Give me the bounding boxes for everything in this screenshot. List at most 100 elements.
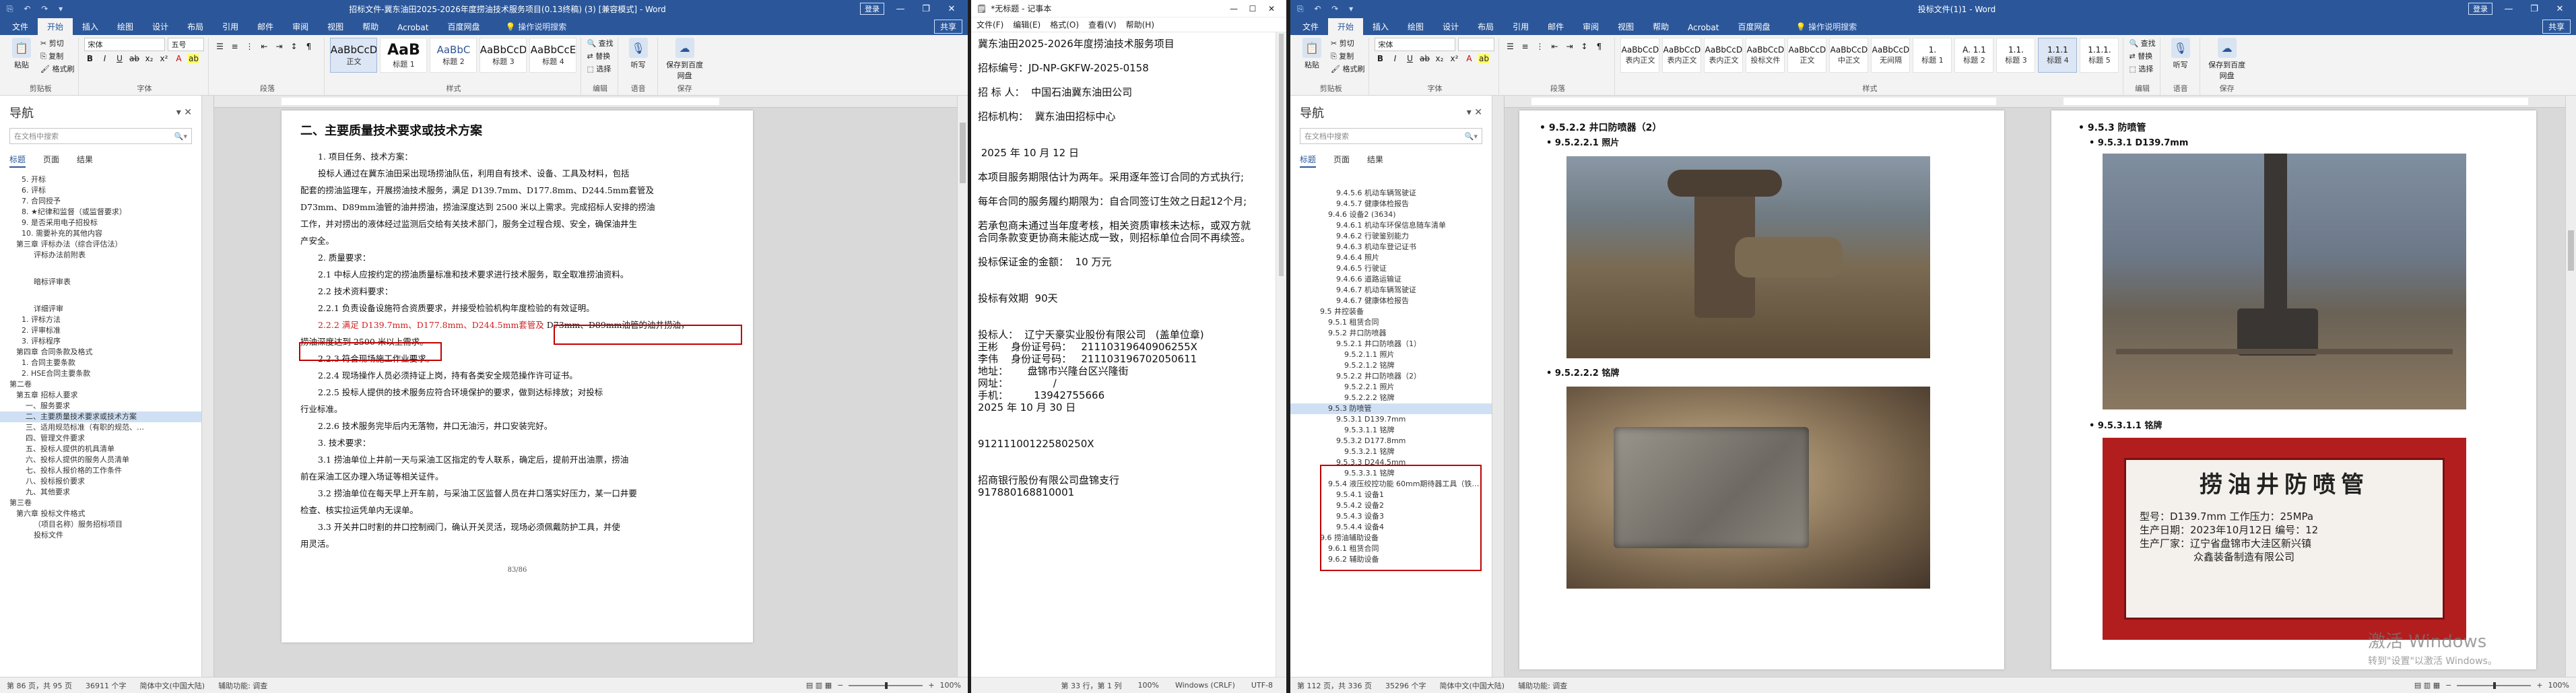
nav-heading-item[interactable]: 七、投标人报价格的工作条件 <box>0 465 201 476</box>
quick-access-toolbar[interactable]: ⎘ ↶ ↷ ▾ <box>7 4 155 14</box>
bold-icon[interactable]: B <box>1375 54 1385 63</box>
nav-heading-item[interactable]: 9.5.3.1.1 铭牌 <box>1290 425 1492 436</box>
close-icon[interactable]: ✕ <box>942 4 961 14</box>
language[interactable]: 简体中文(中国大陆) <box>139 680 205 691</box>
bullets-icon[interactable]: ☰ <box>1505 42 1515 51</box>
minimize-icon[interactable]: — <box>891 4 910 14</box>
show-marks-icon[interactable]: ¶ <box>303 42 314 51</box>
nav-search-input[interactable]: 在文档中搜索 🔍▾ <box>9 128 192 144</box>
nav-heading-item[interactable]: 2. HSE合同主要条款 <box>0 368 201 379</box>
nav-heading-item[interactable]: 第五章 招标人要求 <box>0 390 201 401</box>
nav-heading-item[interactable]: 9.4.5.7 健康体检报告 <box>1290 199 1492 209</box>
sort-icon[interactable]: ↕ <box>1579 42 1589 51</box>
zoom-level[interactable]: 100% <box>2548 681 2569 690</box>
cut-button[interactable]: ✂ 剪切 <box>1331 38 1364 48</box>
copy-button[interactable]: ⎘ 复制 <box>40 51 74 61</box>
nav-heading-item[interactable]: 9.5.3 防喷管 <box>1290 403 1492 414</box>
style-option[interactable]: AaBbCcD 无间隔 <box>1871 38 1911 73</box>
scroll-thumb[interactable] <box>2568 230 2574 271</box>
vertical-scrollbar[interactable] <box>2565 96 2576 677</box>
replace-button[interactable]: ⇄ 替换 <box>2129 51 2155 61</box>
nav-heading-item[interactable]: 9.5.1 租赁合同 <box>1290 317 1492 328</box>
dictate-button[interactable]: 🎙 听写 <box>2166 38 2195 70</box>
tab-insert[interactable]: 插入 <box>73 18 108 35</box>
nav-heading-item[interactable]: 8. ★纪律和监督（或监督要求） <box>0 207 201 218</box>
nav-heading-item[interactable]: 9.5.2.1.2 铭牌 <box>1290 360 1492 371</box>
minimize-icon[interactable]: — <box>1224 4 1243 13</box>
word-count[interactable]: 35296 个字 <box>1385 680 1426 691</box>
scroll-thumb[interactable] <box>960 123 966 183</box>
nav-heading-item[interactable]: 9.5.2.2 井口防喷器（2） <box>1290 371 1492 382</box>
nav-heading-item[interactable]: 三、适用规范标准（有职的规范、… <box>0 422 201 433</box>
nav-heading-item[interactable]: 2. 评审标准 <box>0 325 201 336</box>
menu-view[interactable]: 查看(V) <box>1088 19 1117 30</box>
style-heading-1[interactable]: AaB 标题 1 <box>380 38 428 73</box>
style-option[interactable]: AaBbCcD 投标文件 <box>1746 38 1785 73</box>
nav-heading-item[interactable]: 八、投标报价要求 <box>0 476 201 487</box>
tab-home[interactable]: 开始 <box>38 18 73 35</box>
tab-view[interactable]: 视图 <box>318 18 353 35</box>
tab-acrobat[interactable]: Acrobat <box>388 20 438 35</box>
style-option[interactable]: 1.1.1. 标题 5 <box>2080 38 2119 73</box>
decrease-indent-icon[interactable]: ⇤ <box>1549 42 1560 51</box>
increase-indent-icon[interactable]: ⇥ <box>1564 42 1575 51</box>
nav-heading-item[interactable]: 二、主要质量技术要求或技术方案 <box>0 411 201 422</box>
quick-access-toolbar[interactable]: ⎘ ↶ ↷ ▾ <box>1297 4 1445 14</box>
nav-heading-item[interactable]: 9.4.6 设备2 (3634) <box>1290 209 1492 220</box>
nav-heading-item[interactable]: 9.5.3.2 D177.8mm <box>1290 436 1492 447</box>
minimize-icon[interactable]: — <box>2499 4 2518 14</box>
share-button[interactable]: 共享 <box>2542 20 2571 34</box>
italic-icon[interactable]: I <box>1389 54 1400 63</box>
document-page-left[interactable]: • 9.5.2.2 井口防喷器（2） • 9.5.2.2.1 照片 • 9.5.… <box>1519 110 2004 669</box>
document-page[interactable]: 二、主要质量技术要求或技术方案 1. 项目任务、技术方案： 投标人通过在冀东油田采… <box>282 110 753 642</box>
tab-help[interactable]: 帮助 <box>353 18 388 35</box>
italic-icon[interactable]: I <box>99 54 110 63</box>
nav-heading-item[interactable]: 五、投标人提供的机具清单 <box>0 444 201 455</box>
style-heading-2[interactable]: AaBbC 标题 2 <box>430 38 477 73</box>
nav-heading-item[interactable]: 9.4.6.3 机动车登记证书 <box>1290 242 1492 253</box>
tab-baidu[interactable]: 百度网盘 <box>438 18 489 35</box>
save-baidu-button[interactable]: ☁ 保存到百度网盘 <box>663 38 706 81</box>
tell-me-search[interactable]: 💡 操作说明搜索 <box>1786 18 1866 35</box>
nav-tab-pages[interactable]: 页面 <box>43 154 59 168</box>
nav-heading-item[interactable]: 5. 开标 <box>0 174 201 185</box>
numbering-icon[interactable]: ≡ <box>229 42 240 51</box>
subscript-icon[interactable]: x₂ <box>1434 54 1445 63</box>
tab-layout[interactable]: 布局 <box>178 18 213 35</box>
menu-help[interactable]: 帮助(H) <box>1126 19 1154 30</box>
nav-heading-item[interactable]: 六、投标人提供的服务人员清单 <box>0 455 201 465</box>
page-count[interactable]: 第 112 页，共 336 页 <box>1297 680 1372 691</box>
multilevel-icon[interactable]: ⋮ <box>1534 42 1545 51</box>
format-painter-button[interactable]: 🖌 格式刷 <box>1331 63 1364 74</box>
notepad-text-area[interactable]: 冀东油田2025-2026年度捞油技术服务项目 招标编号：JD-NP-GKFW-2… <box>971 32 1276 677</box>
nav-heading-item[interactable]: 9.5.2.2.1 照片 <box>1290 382 1492 393</box>
maximize-icon[interactable]: ☐ <box>1243 4 1262 13</box>
save-baidu-button[interactable]: ☁ 保存到百度网盘 <box>2206 38 2249 81</box>
show-marks-icon[interactable]: ¶ <box>1593 42 1604 51</box>
login-button[interactable]: 登录 <box>2468 3 2492 15</box>
subscript-icon[interactable]: x₂ <box>143 54 154 63</box>
cut-button[interactable]: ✂ 剪切 <box>40 38 74 48</box>
nav-heading-item[interactable]: 第三卷 <box>0 498 201 508</box>
style-normal[interactable]: AaBbCcD 正文 <box>330 38 378 73</box>
nav-heading-item[interactable]: 3. 评标程序 <box>0 336 201 347</box>
font-name-select[interactable]: 宋体 <box>84 38 166 51</box>
nav-heading-item[interactable]: 1. 合同主要条款 <box>0 358 201 368</box>
close-icon[interactable]: ✕ <box>2550 4 2569 14</box>
nav-heading-item[interactable]: 九、其他要求 <box>0 487 201 498</box>
nav-heading-item[interactable]: 一、服务要求 <box>0 401 201 411</box>
style-heading-4[interactable]: AaBbCcE 标题 4 <box>529 38 577 73</box>
tab-insert[interactable]: 插入 <box>1363 18 1398 35</box>
bullets-icon[interactable]: ☰ <box>214 42 225 51</box>
nav-heading-item[interactable]: 9.5.3.1 D139.7mm <box>1290 414 1492 425</box>
tab-mailings[interactable]: 邮件 <box>1538 18 1573 35</box>
vertical-scrollbar[interactable] <box>957 96 968 677</box>
nav-heading-item[interactable]: 第三章 评标办法（综合评估法） <box>0 239 201 250</box>
style-option[interactable]: 1. 标题 1 <box>1913 38 1952 73</box>
style-option[interactable]: AaBbCcD 表内正文 <box>1620 38 1660 73</box>
copy-button[interactable]: ⎘ 复制 <box>1331 51 1364 61</box>
style-option[interactable]: AaBbCcD 表内正文 <box>1662 38 1702 73</box>
accessibility[interactable]: 辅助功能: 调查 <box>1518 680 1567 691</box>
nav-heading-item[interactable]: 第六章 投标文件格式 <box>0 508 201 519</box>
tab-design[interactable]: 设计 <box>1433 18 1468 35</box>
